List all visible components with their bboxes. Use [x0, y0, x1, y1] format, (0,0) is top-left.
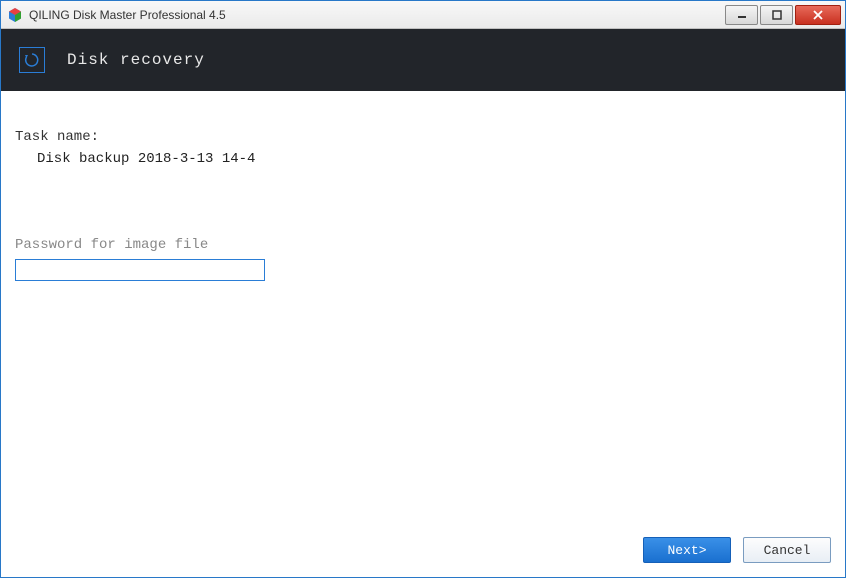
next-button[interactable]: Next> [643, 537, 731, 563]
minimize-button[interactable] [725, 5, 758, 25]
password-section: Password for image file [15, 237, 831, 281]
page-header: Disk recovery [1, 29, 845, 91]
app-icon [7, 7, 23, 23]
password-input[interactable] [15, 259, 265, 281]
window-title: QILING Disk Master Professional 4.5 [29, 8, 723, 22]
close-button[interactable] [795, 5, 841, 25]
recovery-icon [19, 47, 45, 73]
footer: Next> Cancel [1, 531, 845, 577]
password-label: Password for image file [15, 237, 831, 253]
titlebar: QILING Disk Master Professional 4.5 [1, 1, 845, 29]
task-name-label: Task name: [15, 129, 831, 145]
maximize-button[interactable] [760, 5, 793, 25]
page-title: Disk recovery [67, 51, 205, 69]
content-area: Task name: Disk backup 2018-3-13 14-4 Pa… [1, 91, 845, 531]
cancel-button[interactable]: Cancel [743, 537, 831, 563]
window-controls [723, 5, 841, 25]
app-window: QILING Disk Master Professional 4.5 Disk… [0, 0, 846, 578]
task-name-value: Disk backup 2018-3-13 14-4 [37, 151, 831, 167]
